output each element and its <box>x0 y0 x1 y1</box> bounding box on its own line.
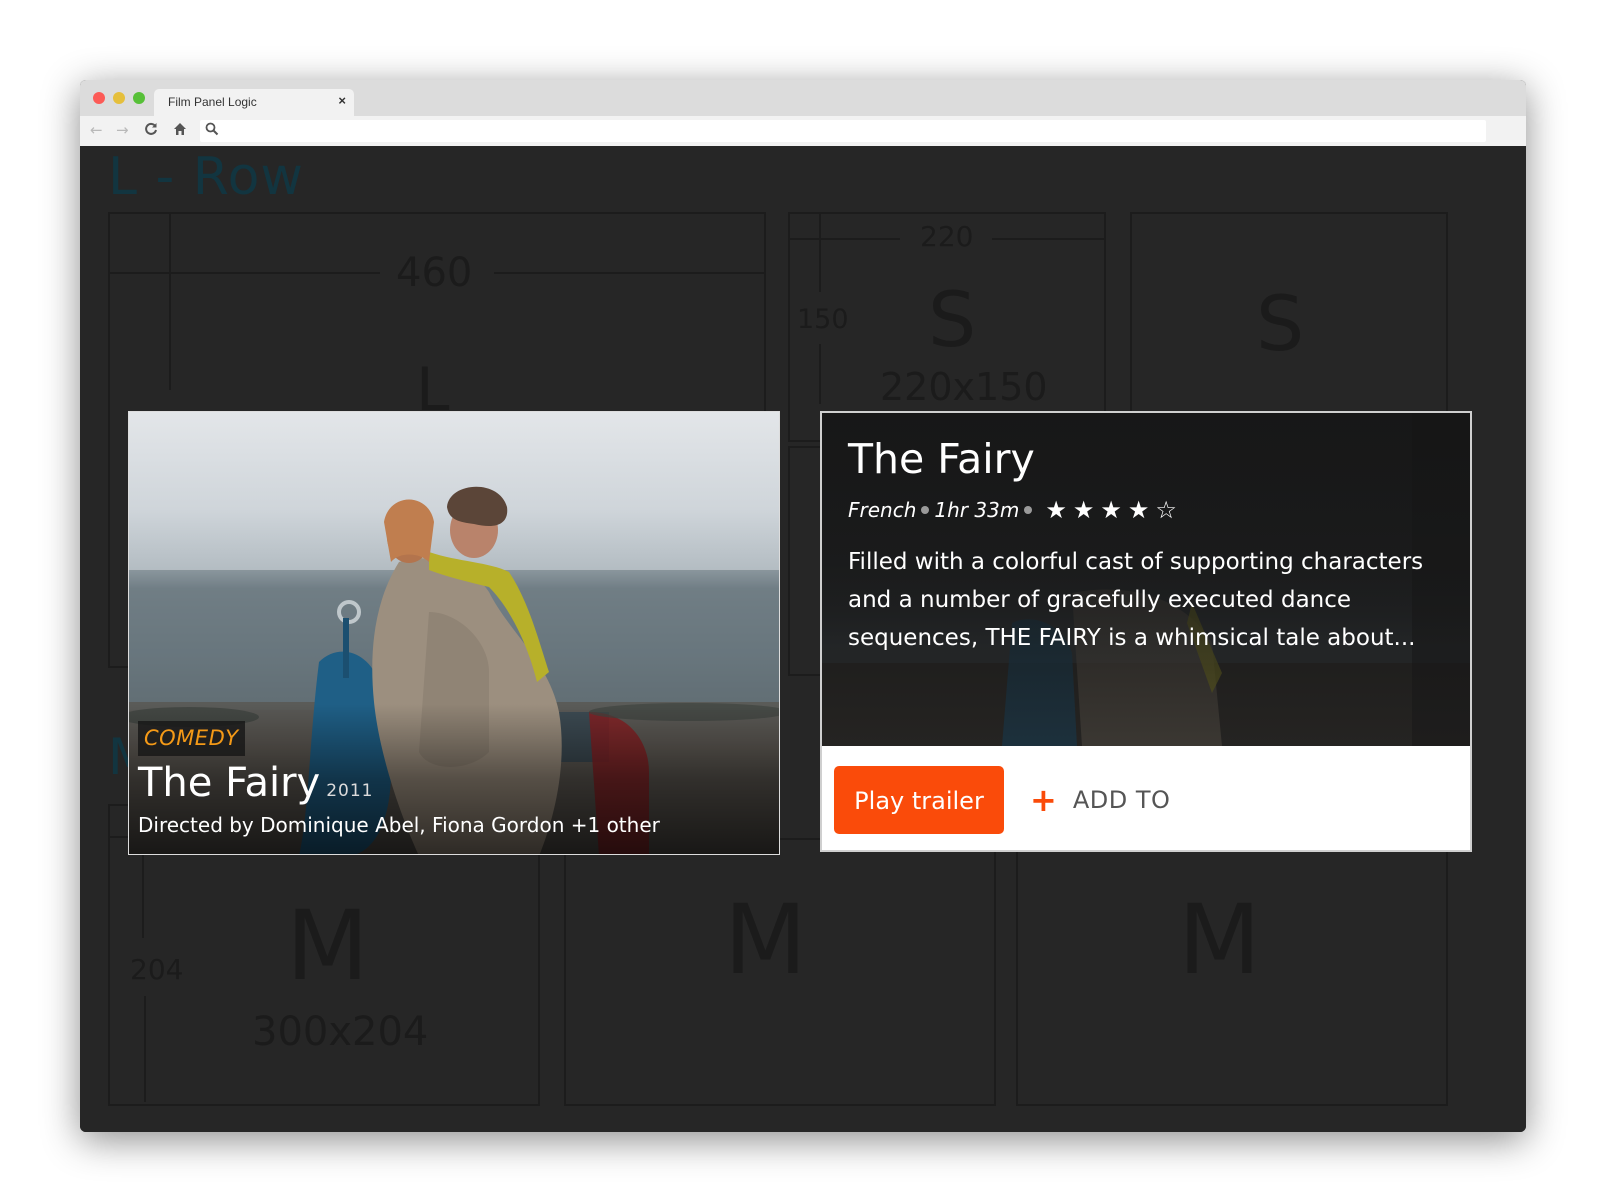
detail-title: The Fairy <box>848 435 1035 483</box>
wireframe-dimension: 150 <box>797 304 849 335</box>
wireframe-size-letter: M <box>286 890 369 1002</box>
browser-window: Film Panel Logic × ← → L - Row 460 L 220… <box>80 80 1526 1132</box>
play-trailer-button[interactable]: Play trailer <box>834 766 1004 834</box>
maximize-window-button[interactable] <box>133 92 145 104</box>
star-rating[interactable]: ★ ★ ★ ★ ☆ <box>1045 495 1183 525</box>
wireframe-size-letter: M <box>724 884 807 996</box>
film-description: Filled with a colorful cast of supportin… <box>848 549 1424 651</box>
minimize-window-button[interactable] <box>113 92 125 104</box>
detail-meta: French 1hr 33m ★ ★ ★ ★ ☆ <box>848 495 1183 525</box>
wireframe-size-letter: S <box>1256 279 1305 368</box>
page-content: L - Row 460 L 220 150 S 220x150 S M 300 … <box>80 146 1526 1132</box>
close-window-button[interactable] <box>93 92 105 104</box>
film-year: 2011 <box>326 781 374 801</box>
wireframe-guide <box>788 238 900 240</box>
star-full-icon[interactable]: ★ <box>1045 495 1067 525</box>
wireframe-dimension: 204 <box>130 953 184 986</box>
tab-title: Film Panel Logic <box>168 95 257 109</box>
wireframe-guide <box>169 212 171 390</box>
address-bar[interactable] <box>200 120 1486 142</box>
film-language: French <box>848 498 917 522</box>
film-title[interactable]: The Fairy 2011 <box>138 760 373 814</box>
wireframe-guide <box>992 238 1106 240</box>
browser-tab[interactable]: Film Panel Logic × <box>154 89 354 116</box>
detail-actions: Play trailer + ADD TO <box>822 746 1470 850</box>
forward-arrow-icon[interactable]: → <box>116 122 129 138</box>
star-empty-icon[interactable]: ☆ <box>1155 495 1177 525</box>
star-full-icon[interactable]: ★ <box>1128 495 1150 525</box>
add-to-button[interactable]: + ADD TO <box>1030 766 1170 834</box>
wireframe-size-letter: S <box>928 275 977 364</box>
add-to-label: ADD TO <box>1072 786 1171 814</box>
wireframe-guide <box>144 996 146 1102</box>
wireframe-dimension: 300x204 <box>252 1009 429 1055</box>
wireframe-guide <box>108 272 380 274</box>
separator-dot <box>921 506 930 514</box>
film-card[interactable]: COMEDY The Fairy 2011 Directed by Dominiq… <box>128 411 780 855</box>
search-icon <box>205 122 219 140</box>
tab-close-icon[interactable]: × <box>338 93 346 108</box>
tab-bar: Film Panel Logic × <box>80 80 1526 116</box>
home-icon[interactable] <box>173 122 187 139</box>
back-arrow-icon[interactable]: ← <box>90 122 103 138</box>
wireframe-guide <box>819 212 821 292</box>
star-full-icon[interactable]: ★ <box>1100 495 1122 525</box>
genre-badge[interactable]: COMEDY <box>138 721 245 756</box>
separator-dot <box>1024 506 1033 514</box>
film-runtime: 1hr 33m <box>934 498 1020 522</box>
wireframe-guide <box>494 272 766 274</box>
plus-icon: + <box>1030 781 1057 819</box>
film-directors: Directed by Dominique Abel, Fiona Gordon… <box>138 813 660 837</box>
wireframe-size-letter: M <box>1178 884 1261 996</box>
film-title-text: The Fairy <box>138 760 321 806</box>
wireframe-dimension: 220 <box>920 220 974 253</box>
wireframe-guide <box>819 344 821 404</box>
browser-toolbar: ← → <box>80 116 1526 147</box>
wireframe-dimension: 460 <box>396 250 473 296</box>
wireframe-heading: L - Row <box>108 147 304 207</box>
star-full-icon[interactable]: ★ <box>1073 495 1095 525</box>
wireframe-dimension: 220x150 <box>880 365 1048 409</box>
reload-icon[interactable] <box>144 122 158 139</box>
detail-header: The Fairy French 1hr 33m ★ ★ ★ ★ ☆ Filled wi… <box>822 413 1470 746</box>
film-detail-panel: The Fairy French 1hr 33m ★ ★ ★ ★ ☆ Filled wi… <box>820 411 1472 852</box>
